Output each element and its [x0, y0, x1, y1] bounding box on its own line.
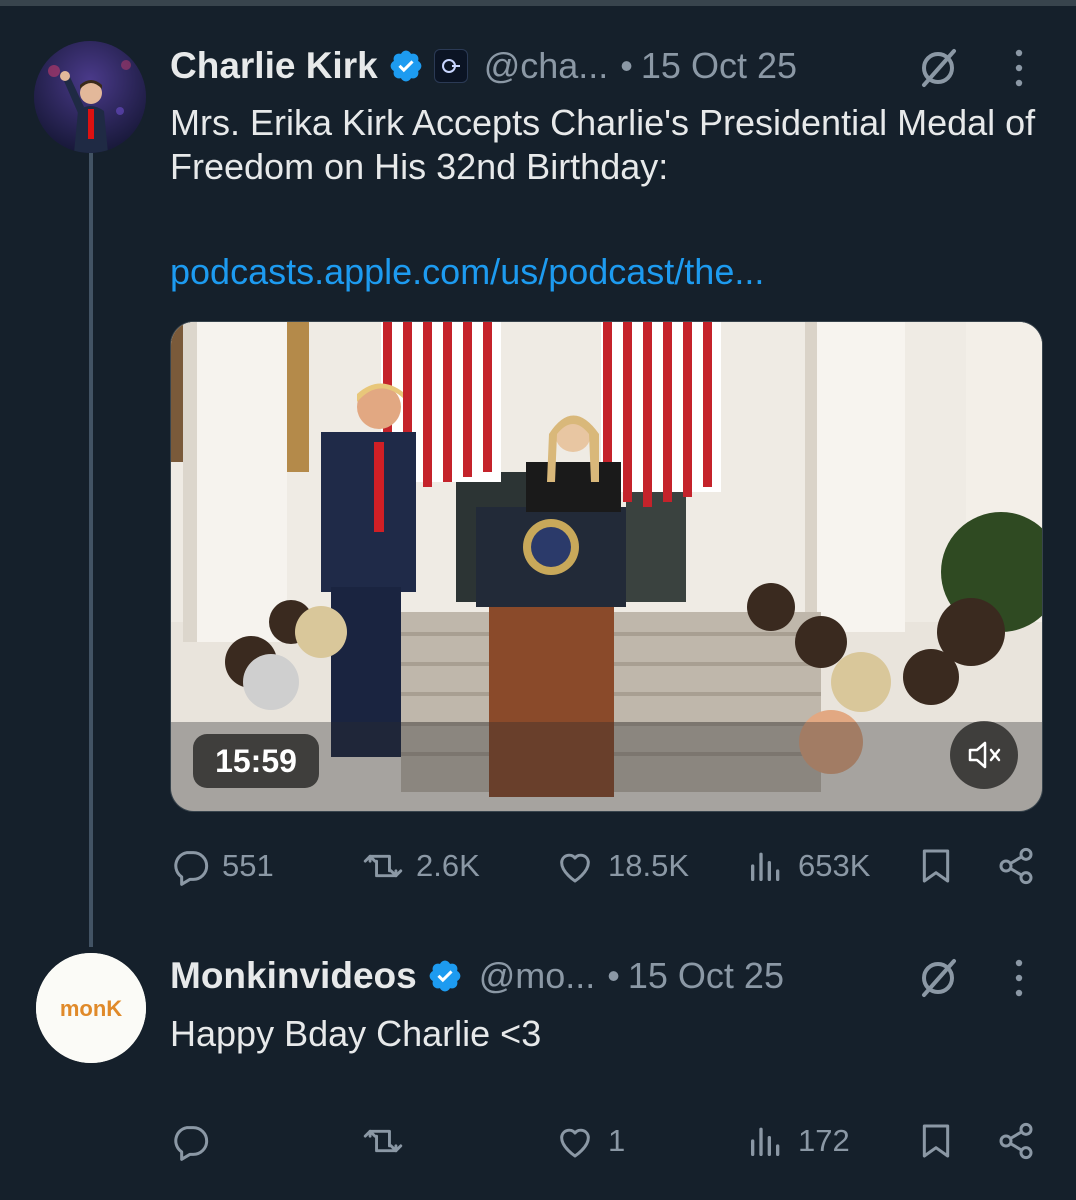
verified-badge-icon — [390, 50, 422, 82]
bookmark-icon — [922, 1124, 950, 1158]
avatar[interactable] — [34, 41, 146, 153]
tweet-header: Charlie Kirk @cha... • 15 Oct 25 — [170, 38, 797, 94]
verified-badge-icon — [429, 960, 461, 992]
tweet-header: Monkinvideos @mo... • 15 Oct 25 — [170, 948, 784, 1004]
repost-icon — [363, 854, 403, 878]
reply-icon — [174, 851, 209, 886]
tweet-text: Happy Bday Charlie <3 — [170, 1013, 542, 1054]
tweet-date[interactable]: 15 Oct 25 — [628, 955, 784, 997]
tweet-date[interactable]: 15 Oct 25 — [641, 45, 797, 87]
repost-count: 2.6K — [416, 848, 480, 883]
author-name[interactable]: Charlie Kirk — [170, 45, 378, 87]
author-handle[interactable]: @cha... — [484, 45, 609, 87]
more-icon[interactable] — [1013, 955, 1025, 1001]
like-count: 18.5K — [608, 848, 690, 883]
reply-icon — [174, 1126, 209, 1161]
tweet-text: Mrs. Erika Kirk Accepts Charlie's Presid… — [170, 102, 1036, 187]
share-button[interactable] — [996, 1118, 1036, 1164]
like-icon — [560, 1128, 590, 1158]
grok-icon[interactable] — [915, 955, 961, 1001]
share-icon — [999, 1122, 1033, 1160]
repost-icon — [363, 1129, 403, 1153]
separator-dot: • — [607, 955, 620, 996]
like-icon — [560, 853, 590, 883]
more-icon[interactable] — [1013, 45, 1025, 91]
views-button[interactable]: 653K — [746, 843, 870, 889]
like-button[interactable]: 1 — [554, 1118, 625, 1164]
separator-dot: • — [620, 45, 633, 86]
views-count: 653K — [798, 848, 871, 883]
repost-button[interactable]: 2.6K — [362, 843, 480, 889]
grok-icon[interactable] — [915, 45, 961, 91]
avatar[interactable]: monK — [36, 953, 146, 1063]
views-button[interactable]: 172 — [746, 1118, 850, 1164]
avatar-photo — [34, 41, 146, 153]
affiliate-badge-icon[interactable] — [433, 49, 468, 83]
like-count: 1 — [608, 1123, 626, 1158]
mute-button[interactable] — [950, 721, 1018, 789]
author-handle[interactable]: @mo... — [479, 955, 596, 997]
reply-button[interactable] — [170, 1118, 210, 1164]
like-button[interactable]: 18.5K — [554, 843, 689, 889]
share-button[interactable] — [996, 843, 1036, 889]
bookmark-button[interactable] — [916, 843, 956, 889]
reply-button[interactable]: 551 — [170, 843, 274, 889]
views-icon — [751, 1127, 780, 1156]
bookmark-button[interactable] — [916, 1118, 956, 1164]
reply-count: 551 — [222, 848, 274, 883]
bookmark-icon — [922, 849, 950, 883]
views-count: 172 — [798, 1123, 850, 1158]
tweet-link[interactable]: podcasts.apple.com/us/podcast/the... — [170, 251, 764, 293]
repost-button[interactable] — [362, 1118, 404, 1164]
views-icon — [751, 852, 780, 881]
share-icon — [999, 847, 1033, 885]
avatar-logo-text: monK — [60, 996, 122, 1021]
mute-icon — [968, 741, 1001, 769]
thread-connector-line — [89, 152, 93, 947]
avatar-logo: monK — [36, 953, 146, 1063]
top-divider — [0, 0, 1076, 6]
author-name[interactable]: Monkinvideos — [170, 955, 417, 997]
video-duration: 15:59 — [193, 734, 319, 788]
